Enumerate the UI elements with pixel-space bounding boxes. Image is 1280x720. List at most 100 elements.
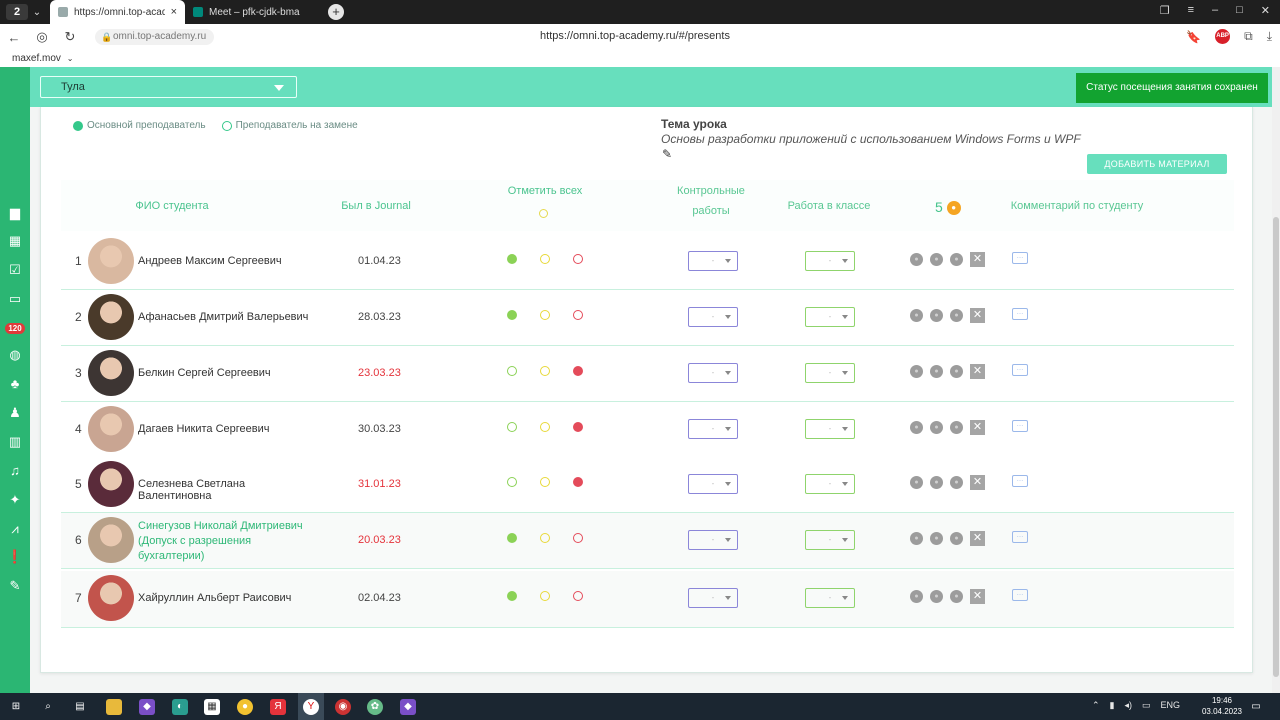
chevron-down-icon[interactable]: ⌄ — [67, 54, 74, 63]
avatar[interactable] — [88, 575, 134, 621]
control-work-select[interactable]: - — [688, 419, 738, 439]
coin-award-icon[interactable]: ● — [910, 309, 923, 322]
notifications-icon[interactable]: ▭ — [1248, 699, 1264, 715]
coin-award-icon[interactable]: ● — [910, 365, 923, 378]
avatar[interactable] — [88, 517, 134, 563]
feather-icon[interactable]: ✎ — [6, 578, 24, 594]
visual-studio-icon[interactable]: ◆ — [139, 699, 155, 715]
coin-award-icon[interactable]: ● — [910, 590, 923, 603]
store-icon[interactable]: ▦ — [204, 699, 220, 715]
windows-start-icon[interactable]: ⊞ — [8, 699, 24, 715]
attendance-present-toggle[interactable] — [507, 591, 517, 601]
coin-award-icon[interactable]: ● — [950, 421, 963, 434]
coin-award-icon[interactable]: ● — [950, 309, 963, 322]
app-icon[interactable]: ◉ — [335, 699, 351, 715]
yandex-browser-icon[interactable]: Y — [303, 699, 319, 715]
minimize-icon[interactable]: – — [1212, 4, 1218, 17]
avatar[interactable] — [88, 350, 134, 396]
attendance-late-toggle[interactable] — [540, 254, 550, 264]
attendance-late-toggle[interactable] — [540, 310, 550, 320]
mark-all-ring[interactable] — [539, 209, 548, 218]
attendance-late-toggle[interactable] — [540, 591, 550, 601]
bookmark-icon[interactable]: 🔖 — [1186, 30, 1201, 44]
classwork-select[interactable]: - — [805, 530, 855, 550]
avatar[interactable] — [88, 461, 134, 507]
student-name[interactable]: Афанасьев Дмитрий Валерьевич — [138, 311, 318, 323]
runner-icon[interactable]: ✦ — [6, 492, 24, 508]
city-select[interactable]: Тула — [40, 76, 297, 98]
scrollbar[interactable] — [1272, 67, 1280, 693]
edge-icon[interactable]: ◐ — [172, 699, 188, 715]
student-name[interactable]: Селезнева Светлана Валентиновна — [138, 478, 318, 502]
extensions-icon[interactable]: ⧉ — [1244, 29, 1253, 44]
coin-award-icon[interactable]: ● — [950, 532, 963, 545]
avatar[interactable] — [88, 406, 134, 452]
avatar[interactable] — [88, 238, 134, 284]
download-icon[interactable]: ⤓ — [1267, 29, 1272, 44]
coin-award-icon[interactable]: ● — [910, 421, 923, 434]
comment-icon[interactable]: … — [1012, 364, 1028, 376]
clear-coins-icon[interactable]: ✕ — [970, 252, 985, 267]
yandex-icon[interactable]: Я — [270, 699, 286, 715]
coin-award-icon[interactable]: ● — [930, 421, 943, 434]
coin-award-icon[interactable]: ● — [950, 476, 963, 489]
legend-substitute-teacher[interactable]: Преподаватель на замене — [221, 120, 358, 131]
attendance-absent-toggle[interactable] — [573, 477, 583, 487]
student-name[interactable]: Хайруллин Альберт Раисович — [138, 592, 318, 604]
attendance-late-toggle[interactable] — [540, 366, 550, 376]
coin-award-icon[interactable]: ● — [910, 253, 923, 266]
edit-pencil-icon[interactable]: ✎ — [662, 147, 1081, 161]
library-icon[interactable]: ▥ — [6, 434, 24, 450]
briefcase-icon[interactable]: ▆ — [6, 205, 24, 221]
clear-coins-icon[interactable]: ✕ — [970, 531, 985, 546]
volume-icon[interactable]: ◂) — [1124, 700, 1132, 711]
attendance-present-toggle[interactable] — [507, 422, 517, 432]
notifications-badge[interactable]: 120 — [5, 323, 25, 334]
avatar[interactable] — [88, 294, 134, 340]
coin-award-icon[interactable]: ● — [910, 476, 923, 489]
tabs-icon[interactable]: ❐ — [1160, 4, 1170, 17]
comment-icon[interactable]: … — [1012, 475, 1028, 487]
coin-award-icon[interactable]: ● — [930, 253, 943, 266]
tab-meet[interactable]: Meet – pfk-cjdk-bma — [185, 0, 320, 24]
explorer-icon[interactable] — [106, 699, 122, 715]
clear-coins-icon[interactable]: ✕ — [970, 589, 985, 604]
chart-icon[interactable]: ⩘ — [6, 521, 24, 537]
chrome-icon[interactable]: ● — [237, 699, 253, 715]
profile-badge[interactable]: 2 — [6, 4, 28, 20]
student-name[interactable]: Андреев Максим Сергеевич — [138, 255, 318, 267]
network-icon[interactable]: ▭ — [1142, 700, 1151, 711]
globe-icon[interactable]: ◍ — [6, 347, 24, 363]
clear-coins-icon[interactable]: ✕ — [970, 308, 985, 323]
attendance-present-toggle[interactable] — [507, 310, 517, 320]
attendance-present-toggle[interactable] — [507, 366, 517, 376]
control-work-select[interactable]: - — [688, 474, 738, 494]
bookmark-item[interactable]: maxef.mov — [12, 53, 61, 64]
clear-coins-icon[interactable]: ✕ — [970, 475, 985, 490]
comment-icon[interactable]: … — [1012, 589, 1028, 601]
clear-coins-icon[interactable]: ✕ — [970, 364, 985, 379]
search-icon[interactable]: ⌕ — [40, 699, 56, 715]
attendance-absent-toggle[interactable] — [573, 422, 583, 432]
tab-list-chevron-icon[interactable]: ⌄ — [30, 7, 44, 18]
attendance-present-toggle[interactable] — [507, 533, 517, 543]
coin-award-icon[interactable]: ● — [930, 365, 943, 378]
attendance-late-toggle[interactable] — [540, 422, 550, 432]
header-mark-all[interactable]: Отметить всех — [501, 185, 589, 197]
attendance-absent-toggle[interactable] — [573, 254, 583, 264]
control-work-select[interactable]: - — [688, 530, 738, 550]
control-work-select[interactable]: - — [688, 307, 738, 327]
coin-award-icon[interactable]: ● — [930, 476, 943, 489]
attendance-present-toggle[interactable] — [507, 254, 517, 264]
attendance-absent-toggle[interactable] — [573, 533, 583, 543]
coin-award-icon[interactable]: ● — [930, 532, 943, 545]
keyboard-lang[interactable]: ENG — [1160, 700, 1180, 711]
person-icon[interactable]: ♟ — [6, 405, 24, 421]
coin-award-icon[interactable]: ● — [950, 365, 963, 378]
bell-icon[interactable]: ♫ — [6, 463, 24, 479]
student-name[interactable]: Синегузов Николай Дмитриевич (Допуск с р… — [138, 519, 318, 564]
comment-icon[interactable]: … — [1012, 252, 1028, 264]
coin-award-icon[interactable]: ● — [910, 532, 923, 545]
menu-icon[interactable]: ≡ — [1188, 4, 1194, 17]
task-view-icon[interactable]: ▤ — [72, 699, 88, 715]
